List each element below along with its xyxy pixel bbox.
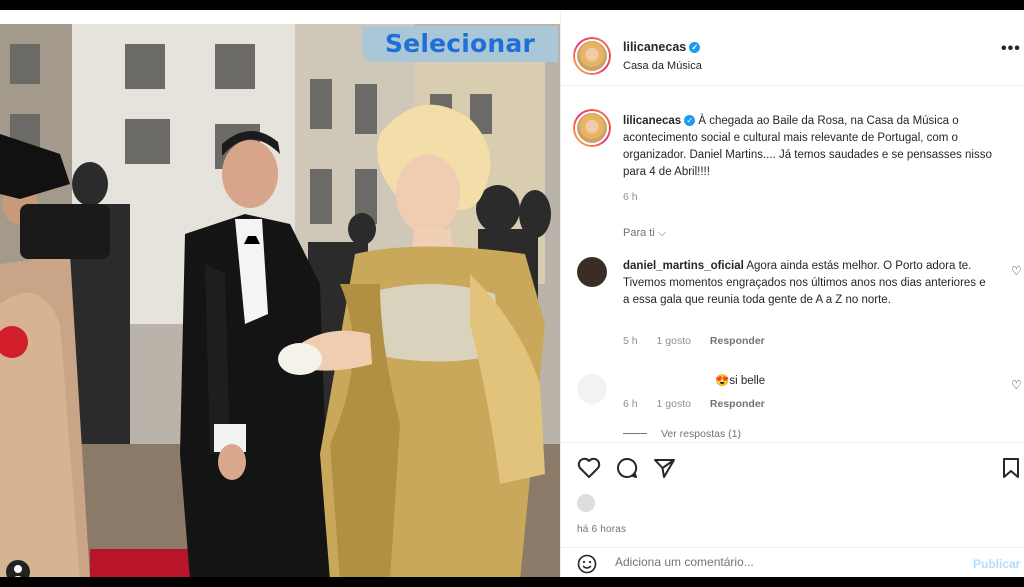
- reply-button[interactable]: Responder: [710, 335, 765, 347]
- post-header: lilicanecas ✓ Casa da Música •••: [561, 10, 1024, 86]
- comment-likes[interactable]: 1 gosto: [657, 398, 691, 410]
- verified-icon: ✓: [689, 42, 701, 53]
- comment-icon[interactable]: [615, 457, 639, 484]
- verified-icon: ✓: [684, 115, 696, 126]
- post-photo-illustration: [0, 24, 560, 577]
- comment-time: 5 h: [623, 335, 638, 347]
- divider: [623, 433, 647, 434]
- reply-button[interactable]: Responder: [710, 398, 765, 410]
- heart-eyes-emoji: 😍: [715, 375, 730, 387]
- caption-username[interactable]: lilicanecas: [623, 115, 681, 127]
- top-margin: [0, 10, 560, 24]
- for-you-label: Para ti: [623, 227, 655, 239]
- commenter-avatar[interactable]: [577, 374, 607, 404]
- comment-meta: 5 h 1 gosto Responder: [623, 335, 781, 347]
- comment-time: 6 h: [623, 398, 638, 410]
- caption: lilicanecas ✓ À chegada ao Baile da Rosa,…: [623, 113, 1003, 181]
- post-side-panel: lilicanecas ✓ Casa da Música ••• lilicane…: [560, 10, 1024, 577]
- caption-time: 6 h: [623, 191, 638, 203]
- caption-avatar[interactable]: [573, 109, 611, 147]
- add-comment-bar: Publicar: [561, 547, 1024, 577]
- user-tag-icon[interactable]: [6, 560, 30, 577]
- view-replies-label: Ver respostas (1): [661, 428, 741, 440]
- view-replies-button[interactable]: Ver respostas (1): [623, 428, 741, 440]
- chevron-down-icon: ⌵: [657, 227, 667, 239]
- author-avatar[interactable]: [573, 37, 611, 75]
- for-you-dropdown[interactable]: Para ti ⌵: [623, 227, 666, 240]
- comment-input[interactable]: [615, 555, 935, 569]
- publish-button[interactable]: Publicar: [973, 557, 1020, 571]
- post-time: há 6 horas: [577, 524, 627, 535]
- caption-meta: 6 h: [623, 191, 654, 203]
- comment-username[interactable]: daniel_martins_oficial: [623, 260, 744, 272]
- comment: 😍si belle: [623, 373, 993, 390]
- bookmark-icon[interactable]: [1001, 457, 1021, 484]
- more-icon[interactable]: •••: [1001, 41, 1021, 57]
- heart-icon[interactable]: [577, 457, 601, 484]
- heart-icon[interactable]: ♡: [1011, 264, 1022, 278]
- author-username[interactable]: lilicanecas: [623, 40, 686, 54]
- comment-text: si belle: [729, 375, 766, 387]
- comment-meta: 6 h 1 gosto Responder: [623, 398, 781, 410]
- emoji-icon[interactable]: [577, 554, 597, 574]
- post-location[interactable]: Casa da Música: [623, 60, 702, 72]
- author-username-row[interactable]: lilicanecas ✓: [623, 40, 701, 54]
- heart-icon[interactable]: ♡: [1011, 378, 1022, 392]
- comment-likes[interactable]: 1 gosto: [657, 335, 691, 347]
- liker-avatar[interactable]: [577, 494, 595, 512]
- post-actions: [561, 442, 1024, 492]
- instagram-post-window: Selecionar lilicanecas ✓ Casa da Música •…: [0, 10, 1024, 577]
- comments-list: lilicanecas ✓ À chegada ao Baile da Rosa,…: [561, 87, 1024, 442]
- select-button[interactable]: Selecionar: [362, 26, 558, 62]
- commenter-avatar[interactable]: [577, 257, 607, 287]
- share-icon[interactable]: [653, 457, 677, 484]
- post-photo[interactable]: Selecionar: [0, 24, 560, 577]
- comment: daniel_martins_oficial Agora ainda estás…: [623, 258, 993, 309]
